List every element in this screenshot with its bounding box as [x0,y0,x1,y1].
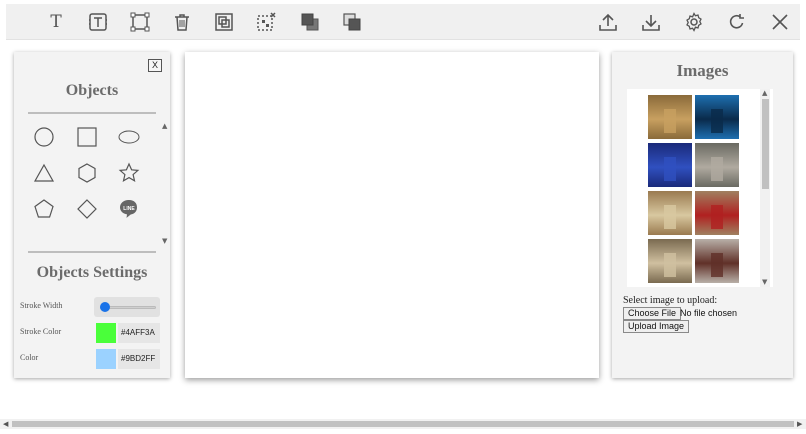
gear-icon [686,12,702,32]
image-thumbnail-blue-car[interactable] [695,95,739,139]
square-icon [77,127,97,147]
thumbnail-detail [664,109,676,133]
settings-button[interactable] [682,10,706,34]
images-title: Images [676,61,729,80]
ungroup-icon [257,12,276,31]
thumbnail-detail [711,205,723,229]
trash-icon [175,14,189,31]
image-thumbnail-building-facade[interactable] [695,143,739,187]
diamond-shape-button[interactable] [75,197,99,221]
text-tool-button[interactable]: T [44,10,68,34]
square-shape-button[interactable] [75,125,99,149]
images-panel: Images ▲ ▼ Select image to upload: Choos… [612,52,793,378]
send-backward-button[interactable] [340,10,364,34]
hexagon-icon [78,163,96,183]
fill-color-swatch[interactable] [96,349,116,369]
star-icon [118,162,140,183]
line-badge-shape-button[interactable]: LINE [117,197,141,221]
stroke-width-slider[interactable] [94,297,160,317]
download-icon [642,15,660,31]
thumbnail-detail [711,157,723,181]
triangle-shape-button[interactable] [32,161,56,185]
crop-tool-button[interactable] [128,10,152,34]
textbox-icon [89,13,107,31]
text-icon: T [50,12,62,32]
close-button[interactable] [768,10,792,34]
gallery-scroll-up-icon[interactable]: ▲ [762,89,767,97]
objects-panel-close-button[interactable]: X [148,59,162,72]
upload-label: Select image to upload: [623,295,718,306]
diamond-icon [77,199,97,219]
circle-shape-button[interactable] [32,125,56,149]
send-backward-icon [343,13,361,31]
horizontal-scroll-thumb[interactable] [12,421,794,427]
bring-forward-icon [301,13,319,31]
thumbnail-detail [664,253,676,277]
objects-settings-title: Objects Settings [36,264,148,281]
choose-file-button[interactable]: Choose File [623,307,682,320]
textbox-tool-button[interactable] [86,10,110,34]
gallery-scroll-thumb[interactable] [762,99,769,189]
thumbnail-detail [711,253,723,277]
triangle-icon [33,163,55,182]
drawing-canvas[interactable] [185,52,599,378]
upload-button[interactable] [596,10,620,34]
bring-forward-button[interactable] [298,10,322,34]
settings-divider [28,251,156,253]
download-button[interactable] [639,10,663,34]
ungroup-tool-button[interactable] [254,10,278,34]
ellipse-shape-button[interactable] [117,125,141,149]
stroke-color-swatch[interactable] [96,323,116,343]
close-icon [772,14,788,30]
delete-tool-button[interactable] [170,10,194,34]
upload-icon [599,13,617,31]
group-tool-button[interactable] [212,10,236,34]
slider-thumb[interactable] [99,302,110,312]
line-chat-icon: LINE [120,200,137,218]
thumbnail-detail [711,109,723,133]
objects-divider [28,112,156,114]
upload-image-button[interactable]: Upload Image [623,320,690,333]
shapes-scroll-up-icon[interactable]: ▲ [162,122,167,130]
gallery-scrollbar[interactable]: ▲ ▼ [760,89,770,287]
group-icon [215,13,233,31]
fill-color-row: Color #9BD2FF [20,349,164,369]
line-badge-text: LINE [123,206,135,212]
thumbnail-detail [664,205,676,229]
objects-title: Objects [65,82,119,99]
pentagon-icon [34,199,54,218]
stroke-color-row: Stroke Color #4AFF3A [20,323,164,343]
scroll-right-icon[interactable]: ▶ [797,419,802,429]
image-gallery [627,89,773,287]
circle-icon [34,127,54,147]
horizontal-scrollbar[interactable]: ◀ ▶ [0,419,806,429]
image-thumbnail-stage-blue[interactable] [648,143,692,187]
stroke-color-label: Stroke Color [20,327,62,336]
toolbar: T [6,4,800,40]
pentagon-shape-button[interactable] [32,197,56,221]
shapes-scroll-down-icon[interactable]: ▼ [162,237,167,245]
image-thumbnail-bedroom-canopy[interactable] [648,239,692,283]
fill-color-hex[interactable]: #9BD2FF [118,349,160,369]
thumbnail-detail [664,157,676,181]
gallery-scroll-down-icon[interactable]: ▼ [762,278,767,286]
stroke-width-row: Stroke Width [20,297,164,317]
image-thumbnail-bedroom-white[interactable] [695,239,739,283]
ellipse-icon [118,130,140,144]
select-frame-icon [130,12,150,32]
refresh-icon [729,14,744,29]
image-thumbnail-grand-lobby[interactable] [648,191,692,235]
scroll-left-icon[interactable]: ◀ [3,419,8,429]
hexagon-shape-button[interactable] [75,161,99,185]
image-thumbnail-staircase-red[interactable] [695,191,739,235]
objects-panel: X Objects ▲ ▼ LINE Objects Settings Stro… [14,52,170,378]
reset-button[interactable] [725,10,749,34]
stroke-width-label: Stroke Width [20,301,63,310]
no-file-text: No file chosen [680,308,738,318]
star-shape-button[interactable] [117,161,141,185]
color-label: Color [20,353,39,362]
stroke-color-hex[interactable]: #4AFF3A [118,323,160,343]
image-thumbnail-hall-gold[interactable] [648,95,692,139]
